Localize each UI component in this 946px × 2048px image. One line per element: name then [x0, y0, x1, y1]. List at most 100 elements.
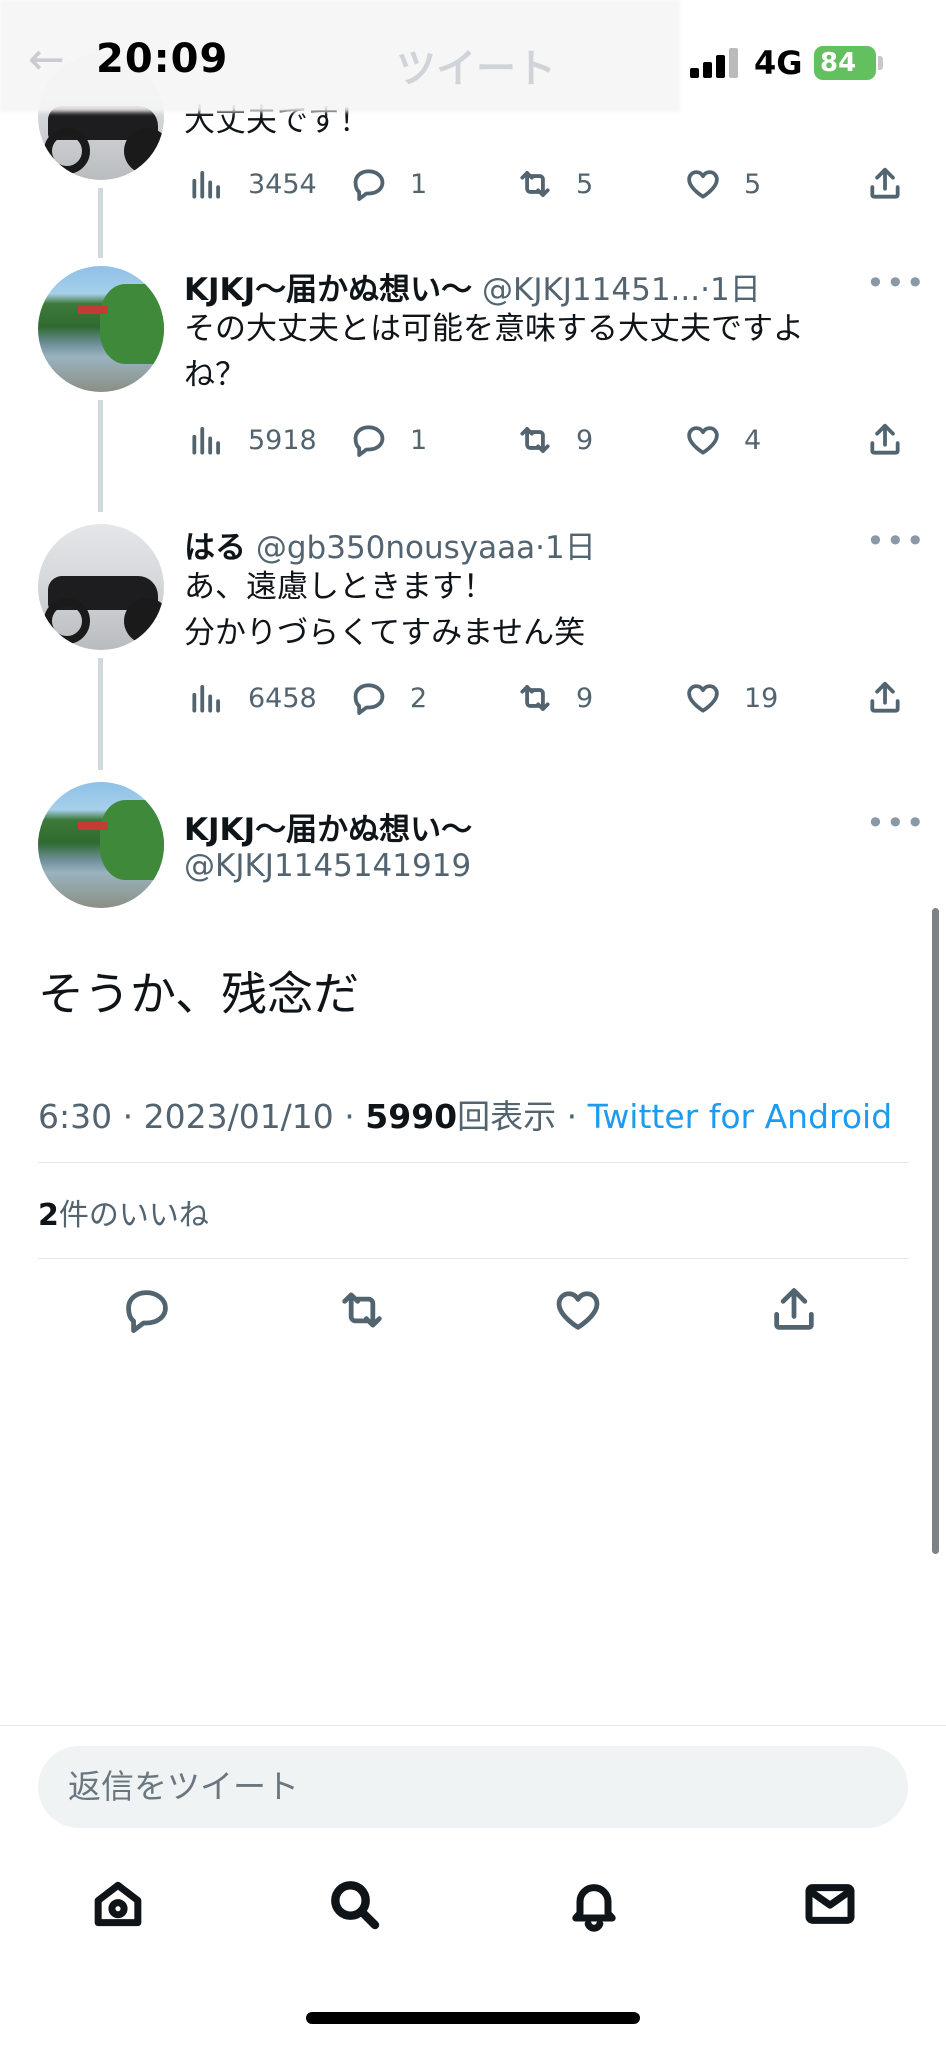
- thread-connector: [98, 188, 103, 258]
- separator: ·: [333, 1097, 366, 1136]
- reply-icon: [353, 169, 385, 201]
- retweet-icon: [520, 427, 550, 453]
- battery-level: 84: [820, 48, 857, 78]
- share-button[interactable]: [768, 1284, 824, 1340]
- time-ago: 1日: [709, 272, 761, 308]
- tweet-date: 2023/01/10: [143, 1097, 334, 1136]
- divider: [0, 1725, 946, 1726]
- like-icon: [687, 684, 719, 713]
- back-arrow-icon[interactable]: ←: [28, 34, 65, 85]
- search-icon: [331, 1881, 380, 1930]
- like-icon: [687, 426, 719, 455]
- reply-icon: [353, 683, 385, 715]
- divider: [38, 1258, 908, 1259]
- battery-cap: [878, 56, 883, 70]
- retweet-count: 5: [576, 168, 594, 200]
- view-count: 5990: [365, 1097, 458, 1136]
- avatar[interactable]: [38, 524, 164, 650]
- reply-count: 1: [410, 424, 428, 456]
- display-name[interactable]: KJKJ〜届かぬ想い〜: [184, 804, 472, 849]
- views-button[interactable]: 3454: [188, 162, 317, 206]
- views-icon: [192, 427, 220, 455]
- separator: ·: [556, 1097, 588, 1136]
- tweet-meta: 6:30 · 2023/01/10 · 5990回表示 · Twitter fo…: [38, 1090, 892, 1138]
- avatar[interactable]: [38, 266, 164, 392]
- views-count: 3454: [248, 168, 317, 200]
- retweet-button[interactable]: [336, 1284, 392, 1340]
- retweet-icon: [520, 171, 550, 197]
- like-button[interactable]: 19: [684, 676, 778, 720]
- user-handle[interactable]: @KJKJ1145141919: [184, 848, 471, 884]
- reply-count: 1: [410, 168, 428, 200]
- header-title: ツイート: [396, 46, 556, 92]
- user-handle[interactable]: @gb350nousyaaa: [256, 530, 535, 566]
- separator: ·: [112, 1097, 144, 1136]
- share-button[interactable]: [866, 676, 904, 720]
- retweet-count: 9: [576, 424, 594, 456]
- display-name[interactable]: はる: [184, 530, 246, 566]
- reply-button[interactable]: 2: [350, 676, 427, 720]
- tweet-text: あ、遠慮しときます！ 分かりづらくてすみません笑: [184, 564, 884, 656]
- retweet-button[interactable]: 5: [516, 162, 593, 206]
- like-count: 19: [744, 682, 779, 714]
- time-ago: 1日: [545, 530, 596, 566]
- more-options-icon[interactable]: •••: [866, 804, 926, 842]
- like-count: 4: [744, 424, 762, 456]
- retweet-icon: [342, 1292, 382, 1328]
- reply-button[interactable]: 1: [350, 162, 427, 206]
- share-button[interactable]: [866, 418, 904, 462]
- retweet-icon: [520, 685, 550, 711]
- display-name[interactable]: KJKJ〜届かぬ想い〜: [184, 272, 472, 308]
- tweet-header: KJKJ〜届かぬ想い〜 @KJKJ11451...·1日: [184, 264, 761, 309]
- like-button[interactable]: 5: [684, 162, 761, 206]
- thread-connector: [98, 658, 103, 770]
- home-icon: [94, 1881, 142, 1927]
- tab-search[interactable]: [326, 1876, 386, 1936]
- reply-icon: [353, 425, 385, 457]
- like-button[interactable]: [552, 1284, 608, 1340]
- tweet-header: はる @gb350nousyaaa·1日: [184, 522, 596, 567]
- avatar[interactable]: [38, 782, 164, 908]
- views-button[interactable]: 6458: [188, 676, 317, 720]
- more-options-icon[interactable]: •••: [866, 522, 926, 560]
- tweet-text-line: あ、遠慮しときます！: [184, 569, 494, 605]
- reply-button[interactable]: [121, 1284, 177, 1340]
- likes-label: 件のいいね: [58, 1198, 209, 1233]
- source-link[interactable]: Twitter for Android: [588, 1097, 893, 1136]
- tab-home[interactable]: [90, 1876, 150, 1936]
- tweet-text: その大丈夫とは可能を意味する大丈夫ですよ ね？: [184, 306, 884, 398]
- divider: [38, 1162, 908, 1163]
- signal-icon: [690, 48, 740, 78]
- messages-icon: [805, 1884, 855, 1924]
- scrollbar[interactable]: [932, 908, 939, 1554]
- home-indicator[interactable]: [306, 2012, 640, 2024]
- views-button[interactable]: 5918: [188, 418, 317, 462]
- notifications-icon: [572, 1884, 616, 1932]
- bottom-tab-bar: [0, 1876, 946, 1936]
- main-tweet-actions: [0, 1284, 946, 1340]
- separator: ·: [700, 272, 710, 308]
- reply-count: 2: [410, 682, 428, 714]
- retweet-button[interactable]: 9: [516, 418, 593, 462]
- network-type: 4G: [754, 44, 803, 82]
- tab-notifications[interactable]: [566, 1876, 626, 1936]
- like-icon: [556, 1291, 600, 1330]
- separator: ·: [535, 530, 545, 566]
- share-icon: [774, 1288, 814, 1330]
- tweet-text-line: ね？: [184, 357, 246, 393]
- likes-summary[interactable]: 2件のいいね: [38, 1190, 209, 1234]
- like-button[interactable]: 4: [684, 418, 761, 462]
- views-icon: [192, 171, 220, 199]
- share-button[interactable]: [866, 162, 904, 206]
- tweet-text-line: その大丈夫とは可能を意味する大丈夫ですよ: [184, 311, 804, 347]
- reply-button[interactable]: 1: [350, 418, 427, 462]
- tab-messages[interactable]: [802, 1876, 862, 1936]
- battery-icon: 84: [814, 46, 876, 80]
- tweet-time: 6:30: [38, 1097, 113, 1136]
- more-options-icon[interactable]: •••: [866, 264, 926, 302]
- retweet-button[interactable]: 9: [516, 676, 593, 720]
- like-count: 5: [744, 168, 762, 200]
- like-icon: [687, 170, 719, 199]
- reply-input[interactable]: 返信をツイート: [38, 1746, 908, 1828]
- user-handle[interactable]: @KJKJ11451...: [482, 272, 700, 308]
